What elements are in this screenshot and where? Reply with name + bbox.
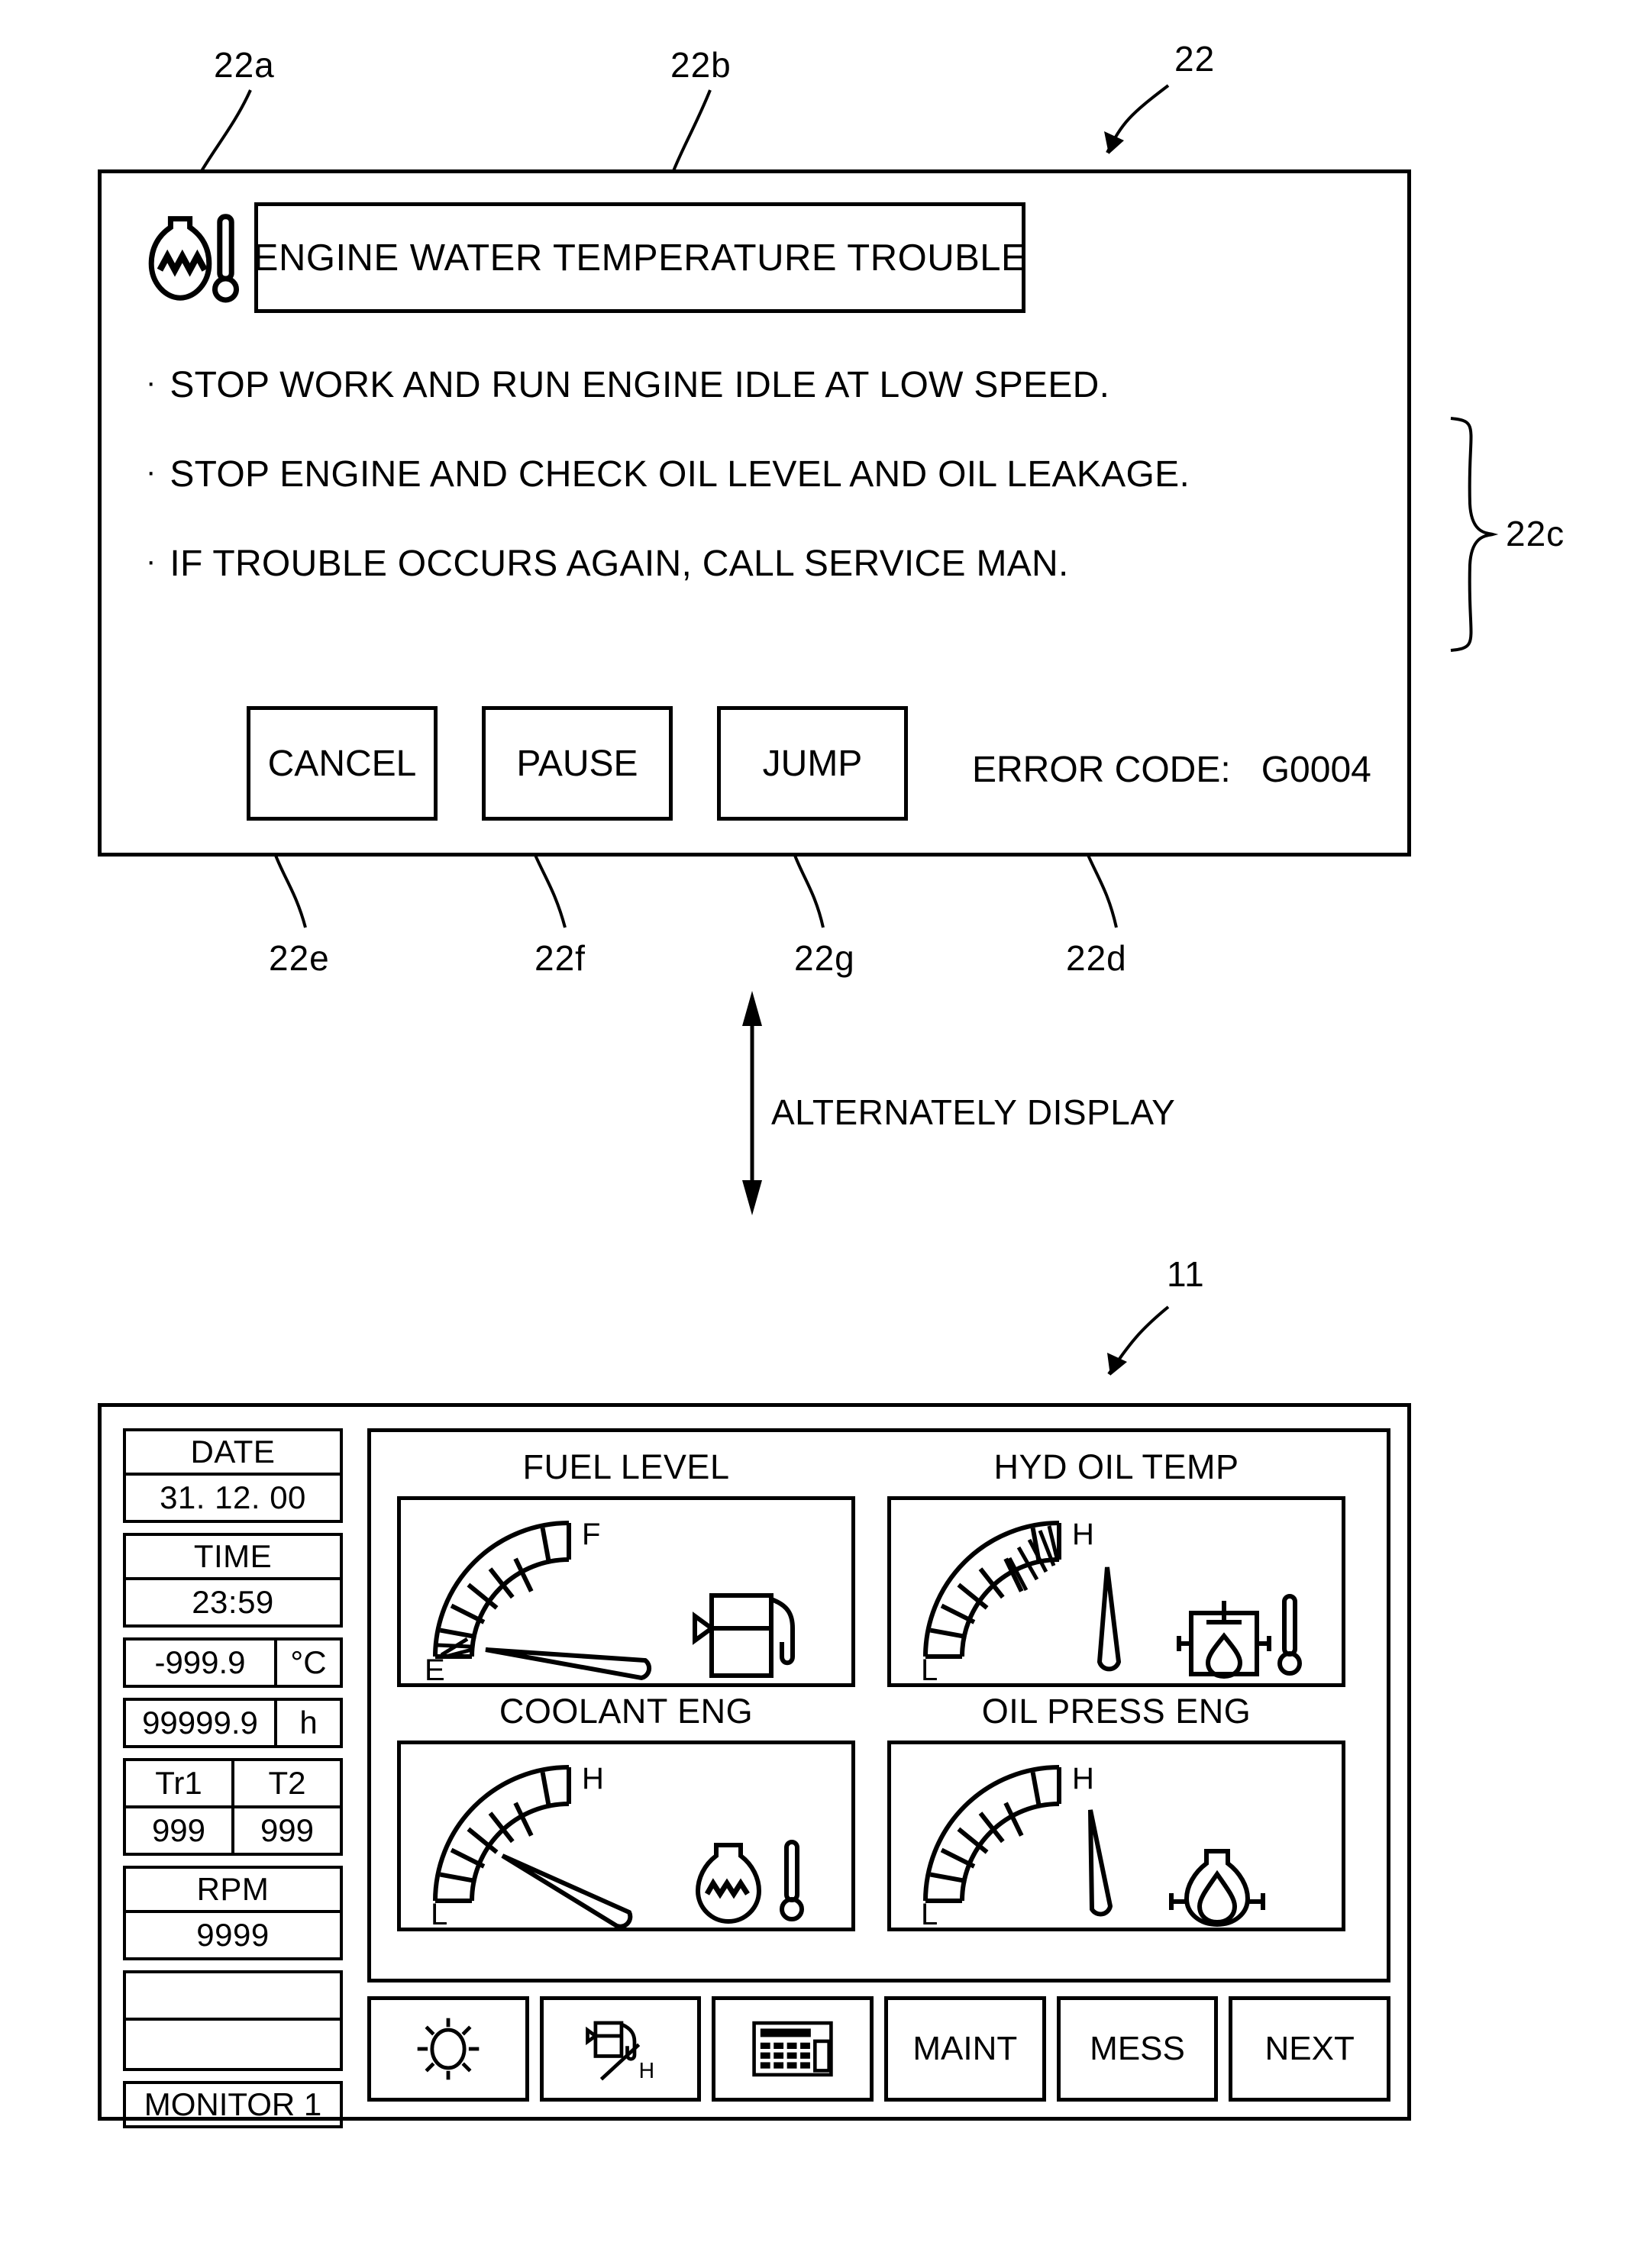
ref-22e: 22e	[269, 938, 330, 978]
monitor-screen-panel: DATE 31. 12. 00 TIME 23:59 -999.9 °C 999…	[98, 1403, 1411, 2128]
gauge-face: H L	[397, 1741, 855, 1931]
gauge-face: H L	[887, 1496, 1345, 1687]
t2-label: T2	[231, 1761, 340, 1805]
gauge-title: COOLANT ENG	[499, 1692, 754, 1731]
gauge-title: HYD OIL TEMP	[993, 1447, 1239, 1486]
ref-22d: 22d	[1066, 938, 1127, 978]
time-group: TIME 23:59	[123, 1533, 343, 1628]
rpm-group: RPM 9999	[123, 1866, 343, 1960]
trouble-title-text: ENGINE WATER TEMPERATURE TROUBLE	[253, 237, 1027, 279]
instruction-item: · IF TROUBLE OCCURS AGAIN, CALL SERVICE …	[146, 543, 1368, 585]
gauge-hyd-oil-temp: HYD OIL TEMP H L	[887, 1447, 1345, 1687]
gauge-title: OIL PRESS ENG	[981, 1692, 1252, 1731]
blank-row-top	[126, 1973, 340, 2021]
trouble-button-row: CANCEL PAUSE JUMP ERROR CODE: G0004	[247, 706, 1371, 821]
keypad-button[interactable]	[712, 1996, 874, 2102]
temperature-unit: °C	[274, 1641, 340, 1685]
error-code-label: ERROR CODE:	[972, 749, 1231, 790]
t2-value: 999	[231, 1808, 340, 1853]
instruction-item: · STOP WORK AND RUN ENGINE IDLE AT LOW S…	[146, 364, 1368, 406]
gauge-grid: FUEL LEVEL F E HYD OIL TEMP H L COOLANT …	[367, 1428, 1390, 1982]
jump-button[interactable]: JUMP	[717, 706, 908, 821]
monitor-mode-label: MONITOR 1	[123, 2081, 343, 2128]
fuel-consumption-button[interactable]: H	[539, 1996, 702, 2102]
time-value: 23:59	[192, 1584, 274, 1620]
bullet-glyph: ·	[146, 455, 157, 489]
tr1-label: Tr1	[155, 1765, 202, 1801]
monitor-toolbar: H MAINT MESS NEXT	[367, 1996, 1391, 2102]
gauge-high-label: H	[1072, 1518, 1094, 1551]
cancel-button[interactable]: CANCEL	[247, 706, 438, 821]
ref-11: 11	[1167, 1254, 1205, 1294]
brightness-sun-icon	[417, 2018, 480, 2080]
fuel-gauge-drawing: F E	[425, 1518, 795, 1687]
instruction-text: STOP ENGINE AND CHECK OIL LEVEL AND OIL …	[170, 454, 1190, 495]
error-code-value: G0004	[1261, 749, 1371, 790]
gauge-face: H L	[887, 1741, 1345, 1931]
trouble-dialog-panel: ENGINE WATER TEMPERATURE TROUBLE · STOP …	[98, 169, 1411, 857]
gauge-fuel-level: FUEL LEVEL F E	[397, 1447, 855, 1687]
rpm-value: 9999	[196, 1917, 270, 1953]
gauge-coolant-eng: COOLANT ENG H L	[397, 1692, 855, 1931]
mess-button[interactable]: MESS	[1056, 1996, 1219, 2102]
date-label: DATE	[126, 1431, 340, 1476]
temperature-value: -999.9	[154, 1644, 246, 1680]
ref-22c: 22c	[1506, 514, 1565, 553]
blank-group	[123, 1970, 343, 2071]
ref-22a: 22a	[214, 45, 275, 85]
trouble-instructions-list: · STOP WORK AND RUN ENGINE IDLE AT LOW S…	[146, 364, 1368, 632]
tr1-t2-group: Tr1 T2 999 999	[123, 1758, 343, 1856]
ref-22: 22	[1174, 39, 1216, 79]
oil-press-gauge-drawing: H L	[921, 1762, 1265, 1931]
gauge-high-label: F	[582, 1518, 600, 1551]
ref-22f: 22f	[535, 938, 586, 978]
ref-22b: 22b	[670, 45, 732, 85]
gauge-low-label: L	[921, 1653, 938, 1687]
gauge-low-label: L	[921, 1898, 938, 1931]
gauge-high-label: H	[582, 1762, 604, 1795]
engine-water-temperature-icon	[148, 214, 239, 303]
brightness-button[interactable]	[367, 1996, 529, 2102]
gauge-high-label: H	[1072, 1762, 1094, 1795]
rpm-label: RPM	[126, 1869, 340, 1913]
hyd-oil-temp-gauge-drawing: H L	[921, 1518, 1302, 1687]
fuel-consumption-per-hour-icon: H	[585, 2021, 654, 2083]
error-code-readout: ERROR CODE: G0004	[972, 749, 1371, 791]
gauge-title: FUEL LEVEL	[522, 1447, 730, 1486]
coolant-gauge-drawing: H L	[431, 1762, 804, 1931]
instruction-text: IF TROUBLE OCCURS AGAIN, CALL SERVICE MA…	[170, 544, 1069, 584]
tr1-value: 999	[151, 1812, 206, 1848]
hourmeter-unit: h	[274, 1701, 340, 1745]
next-button[interactable]: NEXT	[1229, 1996, 1391, 2102]
monitor-sidebar: DATE 31. 12. 00 TIME 23:59 -999.9 °C 999…	[123, 1428, 343, 2128]
blank-row-bottom	[126, 2021, 340, 2068]
maint-button[interactable]: MAINT	[884, 1996, 1046, 2102]
hourmeter-value: 99999.9	[142, 1705, 258, 1741]
date-group: DATE 31. 12. 00	[123, 1428, 343, 1523]
gauge-low-label: L	[431, 1898, 447, 1931]
pause-button[interactable]: PAUSE	[482, 706, 673, 821]
per-hour-label: H	[638, 2059, 654, 2083]
date-value: 31. 12. 00	[160, 1479, 306, 1515]
bullet-glyph: ·	[146, 366, 157, 399]
instruction-item: · STOP ENGINE AND CHECK OIL LEVEL AND OI…	[146, 453, 1368, 495]
instruction-text: STOP WORK AND RUN ENGINE IDLE AT LOW SPE…	[170, 365, 1110, 405]
time-label: TIME	[126, 1536, 340, 1580]
trouble-title-box: ENGINE WATER TEMPERATURE TROUBLE	[253, 202, 1027, 313]
alternately-display-label: ALTERNATELY DISPLAY	[771, 1092, 1176, 1132]
temperature-group: -999.9 °C	[123, 1637, 343, 1688]
ref-22g: 22g	[794, 938, 855, 978]
gauge-low-label: E	[425, 1653, 445, 1687]
keypad-panel-icon	[752, 2021, 833, 2077]
bullet-glyph: ·	[146, 544, 157, 578]
gauge-oil-press-eng: OIL PRESS ENG H L	[887, 1692, 1345, 1931]
hourmeter-group: 99999.9 h	[123, 1698, 343, 1748]
gauge-face: F E	[397, 1496, 855, 1687]
